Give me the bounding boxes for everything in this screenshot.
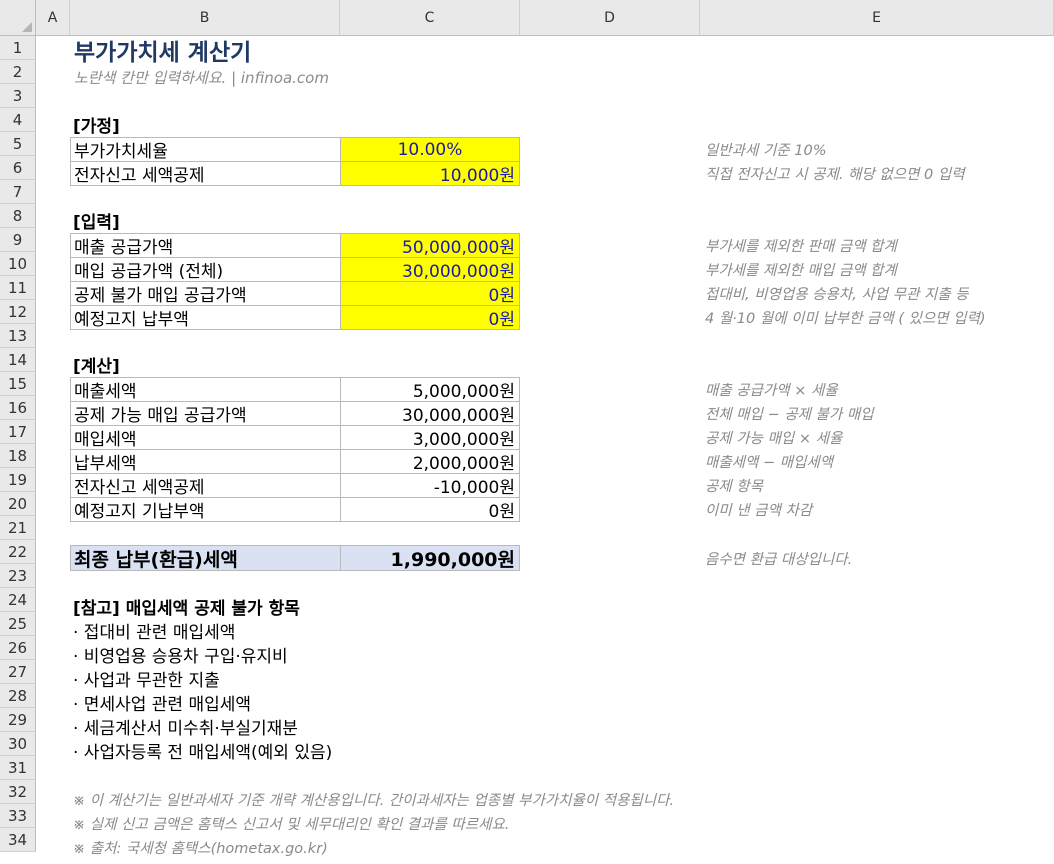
row-header[interactable]: 5 bbox=[0, 132, 36, 156]
row-header[interactable]: 12 bbox=[0, 300, 36, 324]
row-header[interactable]: 14 bbox=[0, 348, 36, 372]
section-header-reference: [참고] 매입세액 공제 불가 항목 bbox=[73, 599, 300, 619]
row-header[interactable]: 11 bbox=[0, 276, 36, 300]
row-header[interactable]: 16 bbox=[0, 396, 36, 420]
row-header[interactable]: 22 bbox=[0, 540, 36, 564]
row-header[interactable]: 30 bbox=[0, 732, 36, 756]
reference-item: · 면세사업 관련 매입세액 bbox=[73, 694, 252, 715]
row-header[interactable]: 33 bbox=[0, 804, 36, 828]
label-final-tax: 최종 납부(환급)세액 bbox=[70, 545, 341, 571]
row-header[interactable]: 20 bbox=[0, 492, 36, 516]
reference-item: · 사업자등록 전 매입세액(예외 있음) bbox=[73, 742, 333, 763]
page-title: 부가가치세 계산기 bbox=[74, 40, 252, 66]
label-input-tax: 매입세액 bbox=[70, 425, 341, 450]
label-prepaid-tax: 예정고지 납부액 bbox=[70, 305, 341, 330]
label-e-filing-credit: 전자신고 세액공제 bbox=[70, 161, 341, 186]
label-tax-payable: 납부세액 bbox=[70, 449, 341, 474]
section-header-assumptions: [가정] bbox=[73, 116, 120, 137]
row-header[interactable]: 6 bbox=[0, 156, 36, 180]
note-input-tax: 공제 가능 매입 × 세율 bbox=[705, 431, 843, 447]
row-header[interactable]: 29 bbox=[0, 708, 36, 732]
row-header[interactable]: 15 bbox=[0, 372, 36, 396]
label-e-filing-deduction: 전자신고 세액공제 bbox=[70, 473, 341, 498]
label-output-tax: 매출세액 bbox=[70, 377, 341, 402]
note-output-tax: 매출 공급가액 × 세율 bbox=[705, 383, 838, 399]
note-e-filing-credit: 직접 전자신고 시 공제. 해당 없으면 0 입력 bbox=[705, 167, 965, 183]
note-e-filing-deduction: 공제 항목 bbox=[705, 479, 763, 495]
label-purchase-supply: 매입 공급가액 (전체) bbox=[70, 257, 341, 282]
subtitle: 노란색 칸만 입력하세요. | infinoa.com bbox=[74, 68, 329, 87]
row-header[interactable]: 27 bbox=[0, 660, 36, 684]
row-header[interactable]: 18 bbox=[0, 444, 36, 468]
note-vat-rate: 일반과세 기준 10% bbox=[705, 143, 827, 159]
note-deductible-purchase: 전체 매입 − 공제 불가 매입 bbox=[705, 407, 874, 423]
column-header-d[interactable]: D bbox=[520, 0, 700, 36]
value-prepaid-deduction[interactable]: 0원 bbox=[340, 497, 520, 522]
row-header[interactable]: 21 bbox=[0, 516, 36, 540]
input-prepaid-tax[interactable]: 0원 bbox=[340, 305, 520, 330]
label-sales-supply: 매출 공급가액 bbox=[70, 233, 341, 258]
value-e-filing-deduction[interactable]: -10,000원 bbox=[340, 473, 520, 498]
column-header-c[interactable]: C bbox=[340, 0, 520, 36]
section-header-inputs: [입력] bbox=[73, 212, 120, 233]
footnote: ※ 실제 신고 금액은 홈택스 신고서 및 세무대리인 확인 결과를 따르세요. bbox=[73, 816, 510, 833]
note-prepaid-tax: 4 월·10 월에 이미 납부한 금액 ( 있으면 입력) bbox=[705, 311, 986, 327]
row-header[interactable]: 9 bbox=[0, 228, 36, 252]
column-header-a[interactable]: A bbox=[36, 0, 70, 36]
reference-item: · 사업과 무관한 지출 bbox=[73, 670, 220, 691]
row-header[interactable]: 34 bbox=[0, 828, 36, 852]
value-output-tax[interactable]: 5,000,000원 bbox=[340, 377, 520, 402]
row-header[interactable]: 3 bbox=[0, 84, 36, 108]
value-tax-payable[interactable]: 2,000,000원 bbox=[340, 449, 520, 474]
value-deductible-purchase[interactable]: 30,000,000원 bbox=[340, 401, 520, 426]
note-sales-supply: 부가세를 제외한 판매 금액 합계 bbox=[705, 239, 897, 255]
row-header[interactable]: 23 bbox=[0, 564, 36, 588]
row-header[interactable]: 24 bbox=[0, 588, 36, 612]
row-header[interactable]: 8 bbox=[0, 204, 36, 228]
row-header[interactable]: 32 bbox=[0, 780, 36, 804]
spreadsheet: A B C D E 1 2 3 4 5 6 7 8 9 10 11 12 13 14 15 16 17 18 19 2… bbox=[0, 0, 1054, 864]
row-header[interactable]: 13 bbox=[0, 324, 36, 348]
reference-item: · 접대비 관련 매입세액 bbox=[73, 622, 236, 643]
row-header[interactable]: 31 bbox=[0, 756, 36, 780]
section-header-calc: [계산] bbox=[73, 356, 120, 377]
footnote: ※ 출처: 국세청 홈택스(hometax.go.kr) bbox=[73, 840, 328, 857]
column-header-b[interactable]: B bbox=[70, 0, 340, 36]
footnote: ※ 이 계산기는 일반과세자 기준 개략 계산용입니다. 간이과세자는 업종별 … bbox=[73, 792, 675, 809]
label-deductible-purchase: 공제 가능 매입 공급가액 bbox=[70, 401, 341, 426]
input-vat-rate[interactable]: 10.00% bbox=[340, 137, 520, 162]
note-final-tax: 음수면 환급 대상입니다. bbox=[705, 552, 853, 568]
row-header[interactable]: 10 bbox=[0, 252, 36, 276]
row-header[interactable]: 17 bbox=[0, 420, 36, 444]
value-input-tax[interactable]: 3,000,000원 bbox=[340, 425, 520, 450]
label-nondeductible-purchase: 공제 불가 매입 공급가액 bbox=[70, 281, 341, 306]
row-header[interactable]: 1 bbox=[0, 36, 36, 60]
column-header-e[interactable]: E bbox=[700, 0, 1054, 36]
label-vat-rate: 부가가치세율 bbox=[70, 137, 341, 162]
input-sales-supply[interactable]: 50,000,000원 bbox=[340, 233, 520, 258]
row-header[interactable]: 26 bbox=[0, 636, 36, 660]
note-purchase-supply: 부가세를 제외한 매입 금액 합계 bbox=[705, 263, 897, 279]
row-header[interactable]: 4 bbox=[0, 108, 36, 132]
input-purchase-supply[interactable]: 30,000,000원 bbox=[340, 257, 520, 282]
reference-item: · 비영업용 승용차 구입·유지비 bbox=[73, 646, 288, 667]
note-prepaid-deduction: 이미 낸 금액 차감 bbox=[705, 503, 813, 519]
row-header[interactable]: 7 bbox=[0, 180, 36, 204]
row-header[interactable]: 19 bbox=[0, 468, 36, 492]
note-tax-payable: 매출세액 − 매입세액 bbox=[705, 455, 834, 471]
select-all-corner[interactable] bbox=[0, 0, 36, 36]
row-header[interactable]: 2 bbox=[0, 60, 36, 84]
input-nondeductible-purchase[interactable]: 0원 bbox=[340, 281, 520, 306]
input-e-filing-credit[interactable]: 10,000원 bbox=[340, 161, 520, 186]
row-header[interactable]: 25 bbox=[0, 612, 36, 636]
note-nondeductible-purchase: 접대비, 비영업용 승용차, 사업 무관 지출 등 bbox=[705, 287, 969, 303]
row-header[interactable]: 28 bbox=[0, 684, 36, 708]
reference-item: · 세금계산서 미수취·부실기재분 bbox=[73, 718, 298, 739]
label-prepaid-deduction: 예정고지 기납부액 bbox=[70, 497, 341, 522]
value-final-tax[interactable]: 1,990,000원 bbox=[340, 545, 520, 571]
